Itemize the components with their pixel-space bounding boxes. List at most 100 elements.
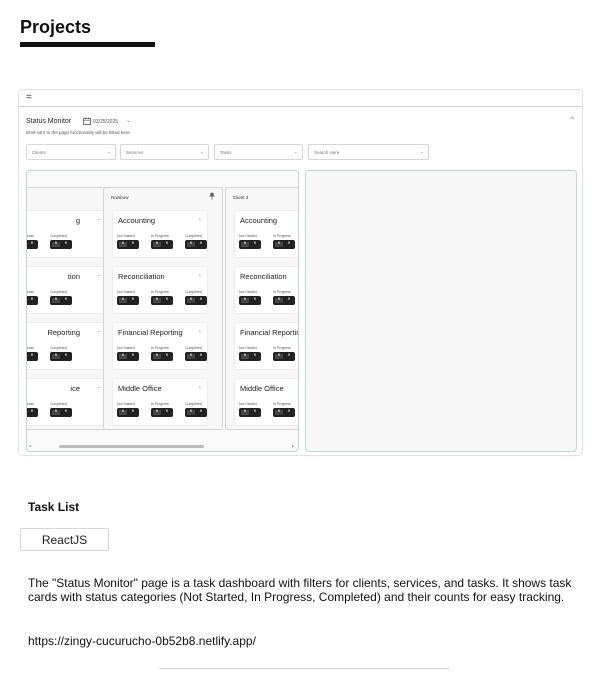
count-value: 0 <box>165 410 169 414</box>
tasks-filter[interactable]: Tasks ⌄ <box>214 144 303 160</box>
clients-filter[interactable]: Clients ⌄ <box>26 144 116 160</box>
task-card-title: Reporting <box>47 328 80 337</box>
chevron-down-icon[interactable]: ⌄ <box>97 328 101 334</box>
count-value: 0 <box>199 410 203 414</box>
page-title: Projects <box>20 17 92 37</box>
status-count-in-progress: 00 <box>151 352 173 361</box>
client-column: Client 3 Accounting Not Started 0 0 In Progre… <box>225 187 298 430</box>
status-label-not-started: Not Started <box>239 402 257 406</box>
count-value: 0 <box>187 354 195 359</box>
search-placeholder: Search Here <box>314 150 340 155</box>
task-card-title: tion <box>67 272 80 281</box>
status-label-completed: Completed <box>50 402 67 406</box>
date-value[interactable]: 03/25/2025 <box>93 119 118 125</box>
scroll-right-icon[interactable]: ▸ <box>292 443 294 448</box>
task-card[interactable]: Middle Office ⌄ Not Started 0 0 In Progress 0 0… <box>112 378 208 426</box>
count-value: 0 <box>52 242 60 247</box>
chevron-down-icon[interactable]: ⌄ <box>97 272 101 278</box>
services-filter[interactable]: Services ⌄ <box>120 144 209 160</box>
count-value: 0 <box>253 242 257 246</box>
chevron-down-icon[interactable]: ⌄ <box>97 216 101 222</box>
count-value: 0 <box>64 298 68 302</box>
page-intro: Brief intro to the page functionality wi… <box>26 130 132 135</box>
task-card[interactable]: Reporting⌄In Progress00Completed00 <box>27 322 107 370</box>
status-count-not-started: 00 <box>117 408 139 417</box>
chevron-down-icon: ⌄ <box>199 149 204 155</box>
task-card[interactable]: g⌄In Progress00Completed00 <box>27 210 107 258</box>
search-input[interactable]: Search Here ⌄ <box>308 144 429 160</box>
count-value: 0 <box>275 242 283 247</box>
status-count-in-progress: 00 <box>27 240 38 249</box>
status-count-not-started: 00 <box>117 296 139 305</box>
count-value: 0 <box>241 298 249 303</box>
count-value: 0 <box>52 354 60 359</box>
status-count-completed: 00 <box>185 352 207 361</box>
task-card-title: Reconciliation <box>118 272 165 281</box>
status-label-in-progress: In Progress <box>273 290 291 294</box>
task-card-title: Financial Reporting <box>118 328 183 337</box>
chevron-down-icon[interactable]: ⌄ <box>198 328 202 334</box>
project-screenshot: = Status Monitor 03/25/2025 ⌄ ^ Brief in… <box>18 89 583 456</box>
status-count-in-progress: 00 <box>27 296 38 305</box>
task-card[interactable]: Financial Reporting Not Started 0 0 In Progr… <box>234 322 298 370</box>
collapse-chevron-up-icon[interactable]: ^ <box>571 117 574 123</box>
task-card[interactable]: Accounting Not Started 0 0 In Progress 0 0 <box>234 210 298 258</box>
chevron-down-icon[interactable]: ⌄ <box>198 216 202 222</box>
status-count-in-progress: 00 <box>273 296 295 305</box>
task-card[interactable]: Middle Office Not Started 0 0 In Progress 0 0 <box>234 378 298 426</box>
status-count-in-progress: 00 <box>151 408 173 417</box>
count-value: 0 <box>131 410 135 414</box>
status-label-in-progress: In Progress <box>27 402 34 406</box>
status-count-completed: 00 <box>50 408 72 417</box>
task-card[interactable]: Financial Reporting ⌄ Not Started 0 0 In Prog… <box>112 322 208 370</box>
scrollbar-thumb[interactable] <box>59 445 204 448</box>
scroll-left-icon[interactable]: ◂ <box>29 443 31 448</box>
chevron-down-icon[interactable]: ⌄ <box>198 272 202 278</box>
task-card[interactable]: Reconciliation Not Started 0 0 In Progress 0 0 <box>234 266 298 314</box>
count-value: 0 <box>287 354 291 358</box>
chevron-down-icon[interactable]: ⌄ <box>198 384 202 390</box>
status-label-completed: Completed <box>185 402 202 406</box>
status-label-not-started: Not Started <box>239 346 257 350</box>
menu-icon[interactable]: = <box>26 92 32 104</box>
task-card[interactable]: tion⌄In Progress00Completed00 <box>27 266 107 314</box>
status-label-completed: Completed <box>185 290 202 294</box>
count-value: 0 <box>64 242 68 246</box>
project-url[interactable]: https://zingy-cucurucho-0b52b8.netlify.a… <box>28 634 256 648</box>
status-count-not-started: 00 <box>117 240 139 249</box>
task-card[interactable]: Reconciliation ⌄ Not Started 0 0 In Progress 0… <box>112 266 208 314</box>
count-value: 0 <box>165 298 169 302</box>
task-card[interactable]: Accounting ⌄ Not Started 0 0 In Progress 0 0 Com… <box>112 210 208 258</box>
kanban-board[interactable]: g⌄In Progress00Completed00tion⌄In Progre… <box>26 170 299 452</box>
calendar-icon[interactable] <box>83 117 91 125</box>
project-description: The "Status Monitor" page is a task dash… <box>28 576 572 604</box>
count-value: 0 <box>52 410 60 415</box>
status-label-not-started: Not Started <box>117 290 135 294</box>
status-count-not-started: 00 <box>239 408 261 417</box>
status-label-not-started: Not Started <box>117 234 135 238</box>
count-value: 0 <box>187 298 195 303</box>
date-chevron-down-icon[interactable]: ⌄ <box>126 117 131 124</box>
status-label-in-progress: In Progress <box>27 234 34 238</box>
status-count-not-started: 00 <box>239 296 261 305</box>
count-value: 0 <box>253 298 257 302</box>
pin-icon[interactable] <box>208 192 216 200</box>
status-count-completed: 00 <box>50 352 72 361</box>
chevron-down-icon[interactable]: ⌄ <box>97 384 101 390</box>
count-value: 0 <box>165 242 169 246</box>
count-value: 0 <box>241 354 249 359</box>
count-value: 0 <box>119 242 127 247</box>
count-value: 0 <box>253 354 257 358</box>
status-label-completed: Completed <box>50 290 67 294</box>
task-card[interactable]: ice⌄In Progress00Completed00 <box>27 378 107 426</box>
chevron-down-icon: ⌄ <box>293 149 298 155</box>
task-card-title: Accounting <box>118 216 156 225</box>
status-label-completed: Completed <box>185 234 202 238</box>
count-value: 0 <box>275 298 283 303</box>
status-count-in-progress: 00 <box>273 408 295 417</box>
chevron-down-icon: ⌄ <box>419 149 424 155</box>
status-monitor-title: Status Monitor <box>26 118 72 125</box>
task-card-title: Reconciliation <box>240 272 287 281</box>
count-value: 0 <box>30 354 34 358</box>
status-label-in-progress: In Progress <box>273 402 291 406</box>
